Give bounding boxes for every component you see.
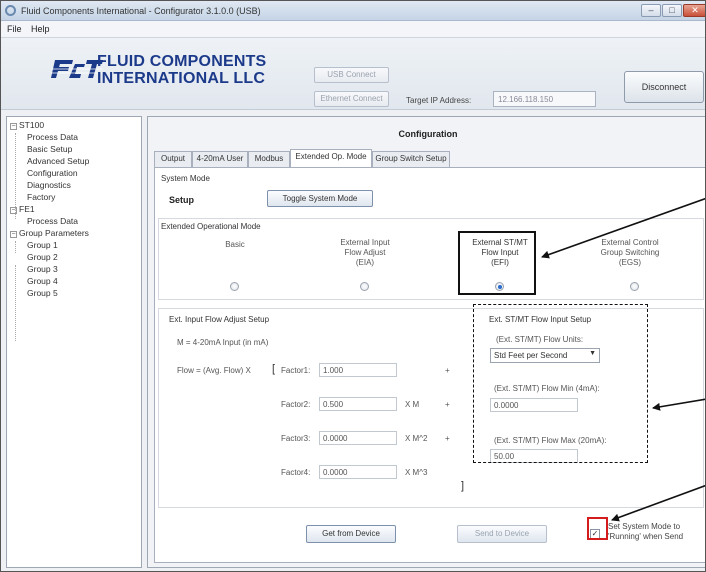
formula-close-bracket: ] — [461, 480, 465, 492]
collapse-icon[interactable]: − — [10, 231, 17, 238]
tab-modbus[interactable]: Modbus — [248, 151, 290, 167]
tree-item-factory[interactable]: Factory — [27, 192, 55, 202]
tree-item-advanced-setup[interactable]: Advanced Setup — [27, 156, 89, 166]
usb-connect-button[interactable]: USB Connect — [314, 67, 389, 83]
app-window: Fluid Components International - Configu… — [0, 0, 706, 572]
collapse-icon[interactable]: − — [10, 207, 17, 214]
fci-logo-icon — [51, 60, 103, 78]
menu-file[interactable]: File — [7, 24, 22, 34]
send-to-device-button[interactable]: Send to Device — [457, 525, 547, 543]
ethernet-connect-button[interactable]: Ethernet Connect — [314, 91, 389, 107]
m-formula-text: M = 4-20mA Input (in mA) — [177, 338, 269, 347]
tree-item-process-data[interactable]: Process Data — [27, 132, 78, 142]
ext-op-mode-group-label: Extended Operational Mode — [161, 222, 261, 231]
navigation-tree: − ST100 Process Data Basic Setup Advanced… — [6, 116, 142, 568]
factor3-input[interactable]: 0.0000 — [319, 431, 397, 445]
configuration-title: Configuration — [398, 129, 458, 139]
factor3-op: + — [445, 434, 450, 443]
header-bar: FLUID COMPONENTS INTERNATIONAL LLC USB C… — [1, 38, 705, 110]
tree-item-group-5[interactable]: Group 5 — [27, 288, 58, 298]
tree-item-fe1-process-data[interactable]: Process Data — [27, 216, 78, 226]
logo-text-line2: INTERNATIONAL LLC — [97, 70, 266, 87]
tab-output[interactable]: Output — [154, 151, 192, 167]
factor4-input[interactable]: 0.0000 — [319, 465, 397, 479]
tree-item-configuration[interactable]: Configuration — [27, 168, 78, 178]
running-mode-label: Set System Mode to 'Running' when Send — [608, 522, 684, 541]
close-button[interactable]: ✕ — [683, 4, 705, 17]
menu-help[interactable]: Help — [31, 24, 50, 34]
mode-eia-label: External Input Flow Adjust (EIA) — [340, 238, 390, 267]
tree-node-st100[interactable]: − ST100 — [10, 120, 44, 130]
factor1-input[interactable]: 1.000 — [319, 363, 397, 377]
system-mode-group-label: System Mode — [161, 174, 210, 183]
target-ip-input[interactable]: 12.166.118.150 — [493, 91, 596, 107]
menu-bar: File Help — [1, 21, 705, 38]
factor4-label: Factor4: — [281, 468, 311, 477]
factor2-input[interactable]: 0.500 — [319, 397, 397, 411]
minimize-button[interactable]: – — [641, 4, 661, 17]
factor2-suffix: X M — [405, 400, 420, 409]
tree-item-basic-setup[interactable]: Basic Setup — [27, 144, 72, 154]
get-from-device-button[interactable]: Get from Device — [306, 525, 396, 543]
tree-node-fe1[interactable]: − FE1 — [10, 204, 35, 214]
logo-text-line1: FLUID COMPONENTS — [97, 53, 267, 70]
factor2-op: + — [445, 400, 450, 409]
tab-extended-op-mode[interactable]: Extended Op. Mode — [290, 149, 372, 167]
maximize-button[interactable]: □ — [662, 4, 682, 17]
target-ip-label: Target IP Address: — [406, 96, 472, 105]
mode-eia-radio[interactable] — [360, 282, 369, 291]
eia-setup-label: Ext. Input Flow Adjust Setup — [169, 315, 270, 324]
factor4-suffix: X M^3 — [405, 468, 428, 477]
tree-item-diagnostics[interactable]: Diagnostics — [27, 180, 71, 190]
tree-item-group-1[interactable]: Group 1 — [27, 240, 58, 250]
efi-setup-dashed-box — [473, 304, 648, 463]
factor1-op: + — [445, 366, 450, 375]
factor3-label: Factor3: — [281, 434, 311, 443]
factor1-label: Factor1: — [281, 366, 311, 375]
system-mode-value: Setup — [169, 195, 195, 205]
formula-open-bracket: [ — [272, 363, 276, 375]
tree-item-group-2[interactable]: Group 2 — [27, 252, 58, 262]
tab-4-20ma-user[interactable]: 4-20mA User — [192, 151, 248, 167]
window-title: Fluid Components International - Configu… — [21, 6, 261, 16]
mode-basic-radio[interactable] — [230, 282, 239, 291]
mode-basic-label: Basic — [225, 240, 245, 249]
app-icon — [5, 5, 16, 16]
collapse-icon[interactable]: − — [10, 123, 17, 130]
tree-item-group-3[interactable]: Group 3 — [27, 264, 58, 274]
toggle-system-mode-button[interactable]: Toggle System Mode — [267, 190, 373, 207]
mode-egs-label: External Control Group Switching (EGS) — [600, 238, 660, 267]
disconnect-button[interactable]: Disconnect — [624, 71, 704, 103]
flow-formula-text: Flow = (Avg. Flow) X — [177, 366, 251, 375]
factor2-label: Factor2: — [281, 400, 311, 409]
mode-egs-radio[interactable] — [630, 282, 639, 291]
efi-highlight-box — [458, 231, 536, 295]
title-bar[interactable]: Fluid Components International - Configu… — [1, 1, 705, 21]
tree-item-group-4[interactable]: Group 4 — [27, 276, 58, 286]
tree-node-group-parameters[interactable]: − Group Parameters — [10, 228, 89, 238]
tab-group-switch-setup[interactable]: Group Switch Setup — [372, 151, 450, 167]
checkbox-highlight-box — [587, 517, 608, 540]
factor3-suffix: X M^2 — [405, 434, 428, 443]
